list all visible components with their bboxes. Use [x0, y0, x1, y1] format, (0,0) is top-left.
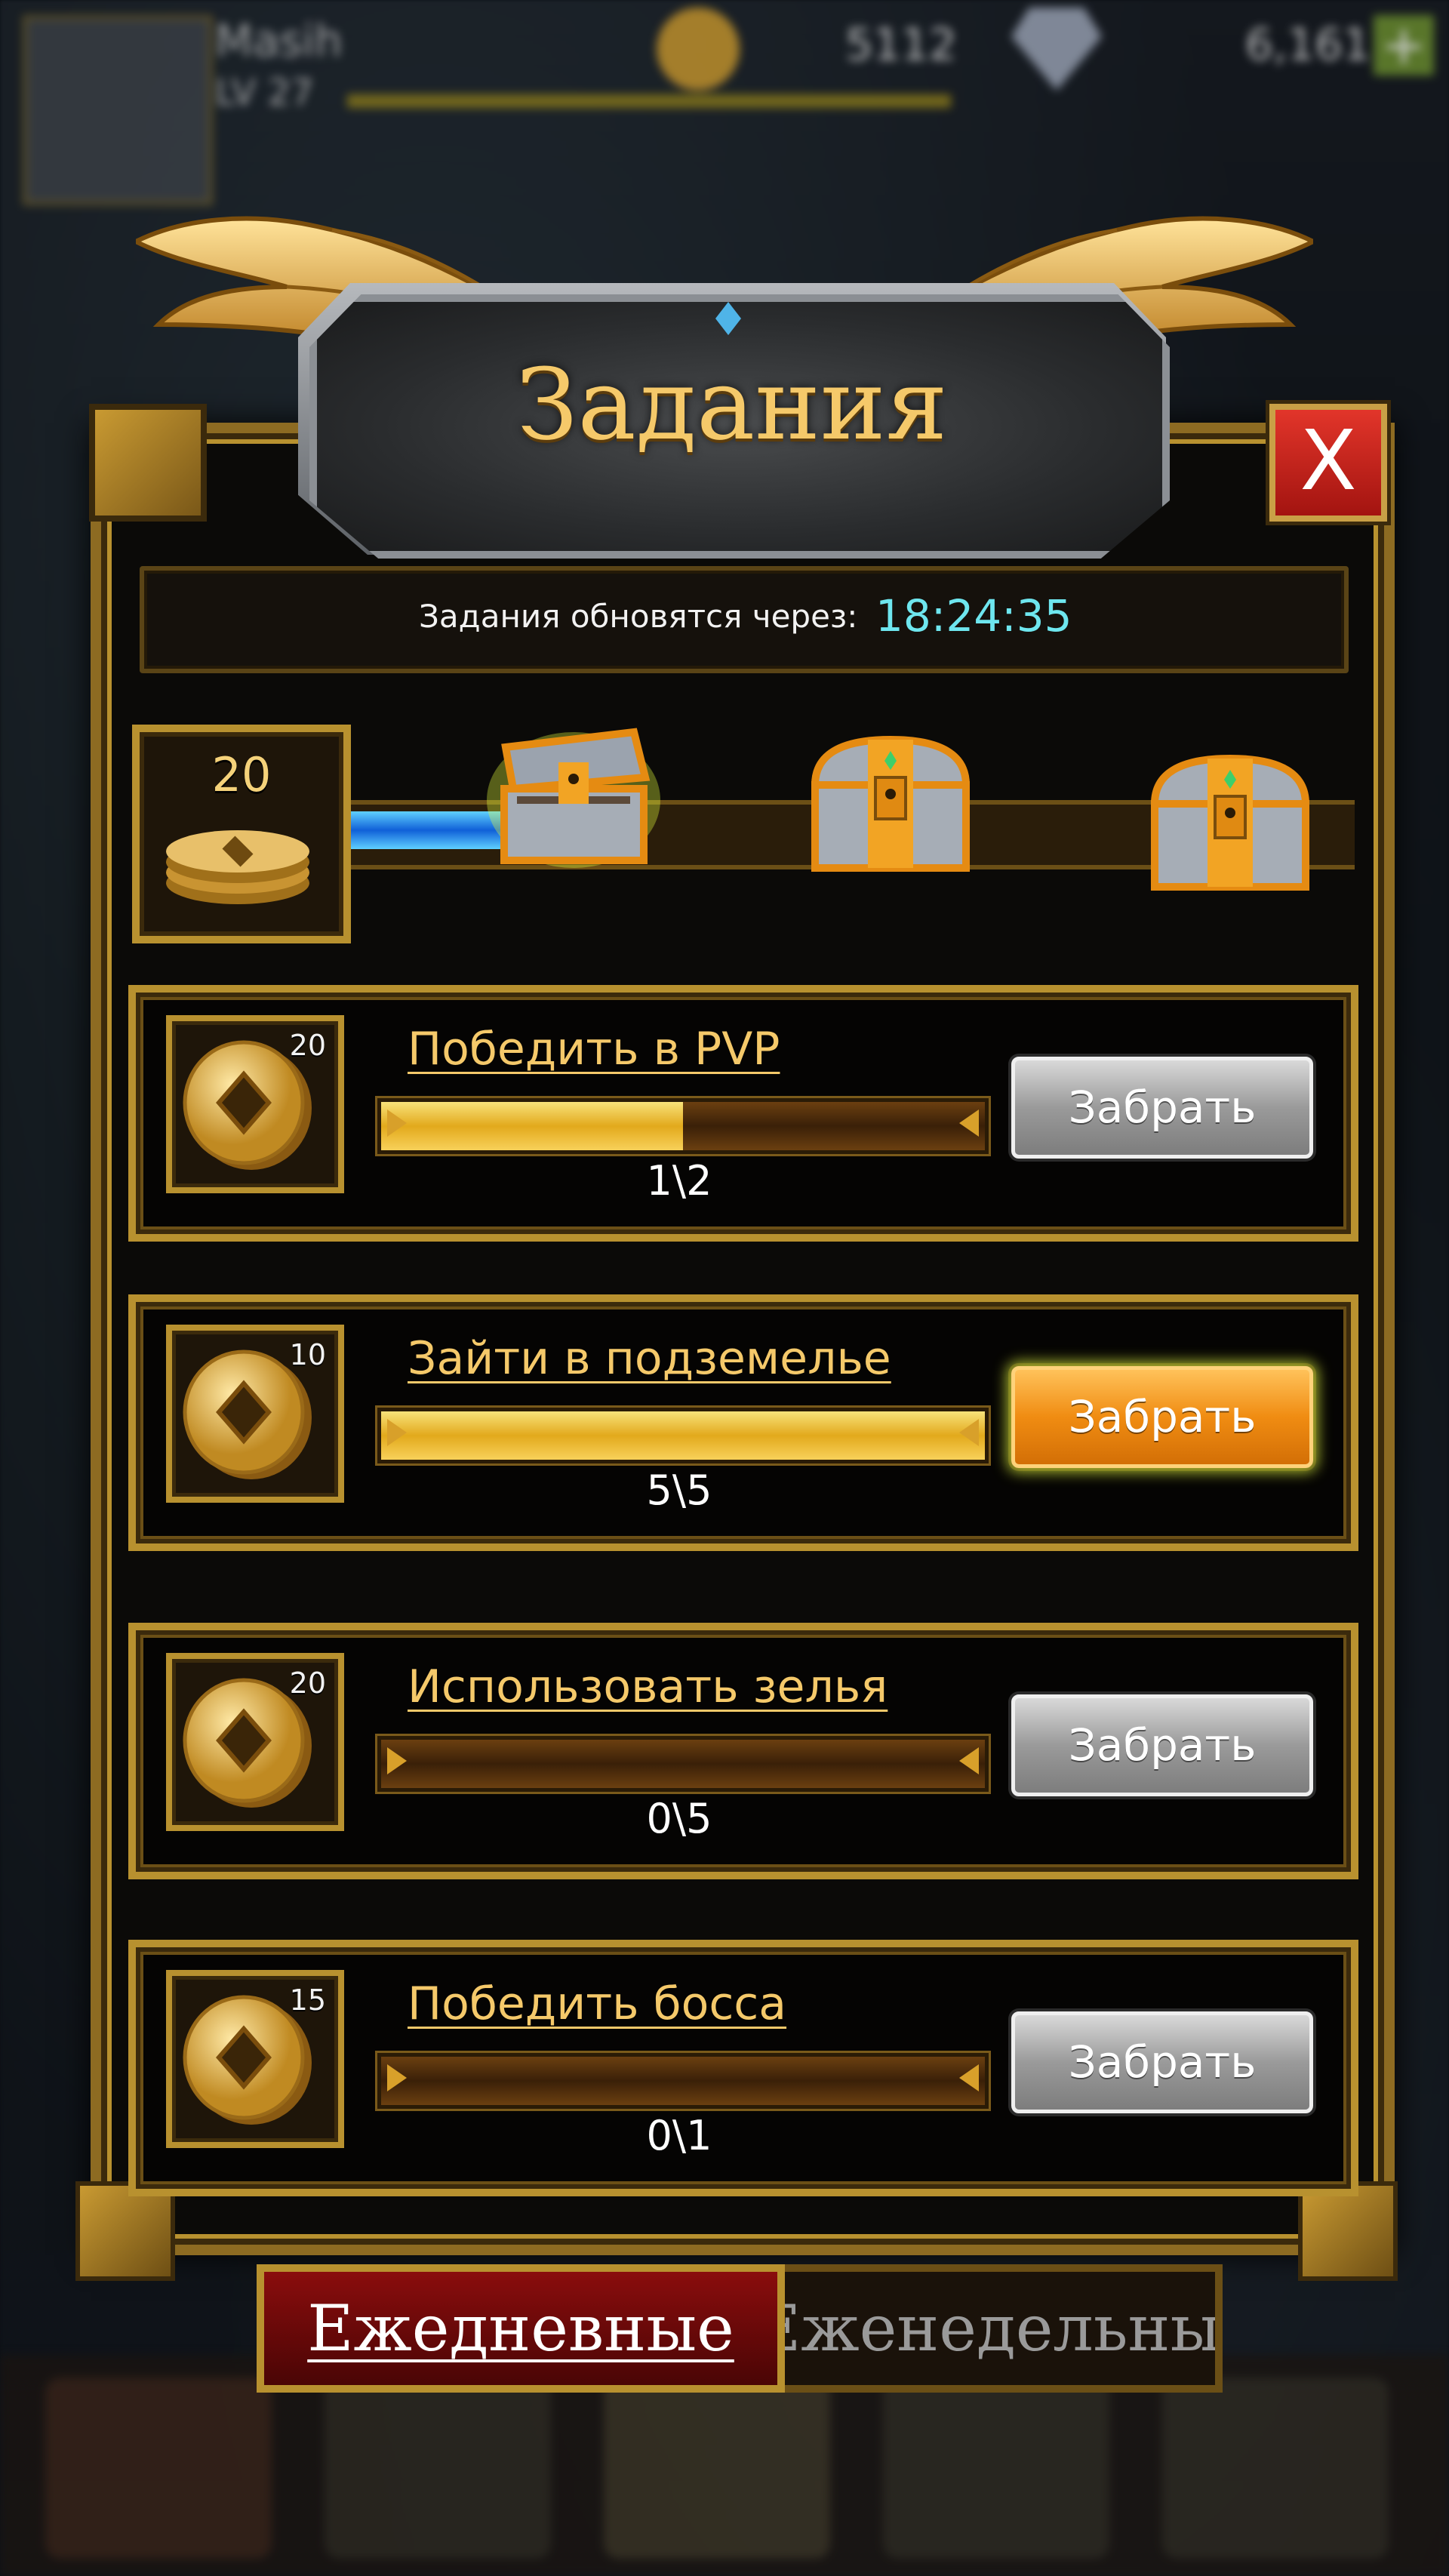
- quest-progress-bar: [377, 2053, 989, 2109]
- tab-weekly[interactable]: Еженедельные: [777, 2264, 1223, 2393]
- quest-title: Победить в PVP: [408, 1023, 780, 1076]
- claim-button[interactable]: Забрать: [1011, 1057, 1313, 1159]
- bar-cap-left: [387, 1747, 407, 1774]
- quest-card: 15 Победить босса 0\1 Забрать: [128, 1940, 1358, 2196]
- quest-reward-amount: 10: [289, 1338, 326, 1371]
- quest-progress-text: 1\2: [646, 1157, 712, 1205]
- quest-card: 20 Использовать зелья 0\5 Забрать: [128, 1623, 1358, 1879]
- close-button[interactable]: X: [1269, 404, 1387, 522]
- quest-reward-box: 15: [166, 1970, 344, 2148]
- bar-cap-left: [387, 1109, 407, 1137]
- gem-amount: 6,161: [1245, 19, 1371, 70]
- bar-cap-right: [959, 1747, 979, 1774]
- coin-stack-icon: [166, 830, 309, 904]
- panel-title: Задания: [516, 347, 948, 462]
- quest-title: Использовать зелья: [408, 1660, 888, 1713]
- nav-item: [883, 2377, 1109, 2559]
- claim-button[interactable]: Забрать: [1011, 2011, 1313, 2113]
- quest-reward-amount: 20: [289, 1667, 326, 1700]
- gold-coin-icon: [657, 8, 740, 91]
- add-currency-button[interactable]: +: [1374, 15, 1434, 75]
- quest-progress-text: 5\5: [646, 1467, 712, 1514]
- player-name: Masih: [215, 15, 343, 66]
- xp-bar: [347, 94, 951, 108]
- bar-cap-left: [387, 1419, 407, 1446]
- panel-corner-button: [89, 404, 207, 522]
- quest-reward-amount: 20: [289, 1029, 326, 1062]
- quest-reward-box: 20: [166, 1653, 344, 1831]
- quest-progress-bar: [377, 1098, 989, 1154]
- bar-cap-left: [387, 2064, 407, 2091]
- gold-amount: 5112: [845, 19, 957, 70]
- reward-chest-closed[interactable]: [1140, 743, 1321, 894]
- quest-progress-fill: [381, 1411, 985, 1460]
- bar-cap-right: [959, 1419, 979, 1446]
- bar-cap-right: [959, 2064, 979, 2091]
- quest-progress-text: 0\5: [646, 1795, 712, 1842]
- quest-progress-fill: [381, 1102, 683, 1150]
- gem-icon: [1011, 8, 1102, 91]
- quest-card: 20 Победить в PVP 1\2 Забрать: [128, 985, 1358, 1242]
- refresh-timer-value: 18:24:35: [875, 590, 1072, 642]
- quest-points-value: 20: [211, 747, 272, 802]
- claim-button[interactable]: Забрать: [1011, 1694, 1313, 1796]
- reward-chest-open[interactable]: [483, 717, 664, 868]
- nav-item: [604, 2377, 830, 2559]
- claim-button[interactable]: Забрать: [1011, 1366, 1313, 1468]
- reward-chest-closed[interactable]: [800, 725, 981, 876]
- quest-reward-box: 20: [166, 1015, 344, 1193]
- bar-cap-right: [959, 1109, 979, 1137]
- player-level: LV 27: [215, 72, 314, 114]
- quest-progress-text: 0\1: [646, 2112, 712, 2159]
- quest-reward-box: 10: [166, 1325, 344, 1503]
- refresh-timer-label: Задания обновятся через:: [419, 598, 858, 635]
- quest-card: 10 Зайти в подземелье 5\5 Забрать: [128, 1294, 1358, 1551]
- quest-title: Зайти в подземелье: [408, 1332, 891, 1385]
- nav-item: [325, 2377, 551, 2559]
- nav-item: [45, 2377, 272, 2559]
- quest-title: Победить босса: [408, 1977, 787, 2030]
- tab-weekly-label: Еженедельные: [777, 2291, 1221, 2365]
- quest-progress-bar: [377, 1408, 989, 1463]
- quest-progress-bar: [377, 1736, 989, 1792]
- tab-daily[interactable]: Ежедневные: [257, 2264, 785, 2393]
- quest-reward-amount: 15: [289, 1984, 326, 2017]
- nav-item: [1162, 2377, 1389, 2559]
